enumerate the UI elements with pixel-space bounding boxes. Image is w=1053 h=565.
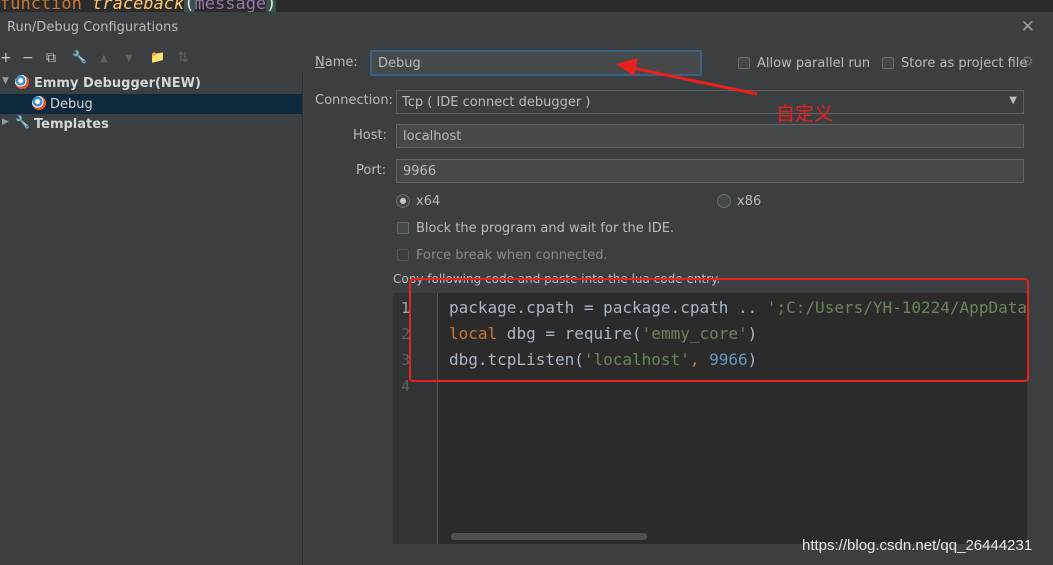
highlight-box — [409, 278, 1029, 382]
horizontal-scrollbar[interactable] — [451, 533, 647, 540]
line-number: 1 — [400, 299, 410, 317]
move-down-icon[interactable]: ▼ — [125, 53, 133, 64]
line-number: 2 — [400, 325, 410, 343]
bg-open-paren: ( — [184, 0, 195, 12]
chevron-down-icon: ▼ — [1009, 95, 1017, 106]
force-break-label: Force break when connected. — [416, 248, 608, 263]
tree-item-label: Debug — [50, 97, 93, 112]
line-number: 4 — [400, 377, 410, 395]
annotation-arrow-icon — [616, 58, 758, 96]
connection-value: Tcp ( IDE connect debugger ) — [402, 95, 591, 110]
collapsed-arrow-icon[interactable]: ▶ — [2, 117, 9, 127]
tree-item-label: Templates — [34, 117, 109, 132]
tree-item-emmy-debugger[interactable]: ▼ Emmy Debugger(NEW) — [0, 73, 302, 93]
tree-item-label: Emmy Debugger(NEW) — [34, 76, 201, 91]
copy-icon[interactable]: ⧉ — [46, 50, 56, 66]
force-break-checkbox[interactable] — [397, 249, 409, 261]
x86-radio[interactable] — [717, 194, 731, 208]
gear-icon[interactable]: ⚙ — [1021, 54, 1034, 70]
add-icon[interactable]: + — [0, 50, 12, 66]
emmy-debugger-icon — [32, 96, 46, 110]
tree-item-templates[interactable]: ▶ 🔧 Templates — [0, 114, 302, 134]
bg-keyword: function — [0, 0, 82, 12]
block-program-checkbox[interactable] — [397, 222, 409, 234]
watermark: https://blog.csdn.net/qq_26444231 — [802, 537, 1033, 554]
remove-icon[interactable]: − — [22, 50, 34, 66]
host-input[interactable] — [396, 124, 1024, 148]
wrench-icon: 🔧 — [15, 115, 30, 129]
bg-close-paren: ) — [266, 0, 277, 12]
wrench-icon[interactable]: 🔧 — [72, 50, 87, 64]
move-up-icon[interactable]: ▲ — [100, 53, 108, 64]
connection-label: Connection: — [315, 93, 393, 108]
bg-arg: message — [194, 0, 267, 12]
store-project-label: Store as project file — [901, 56, 1028, 71]
emmy-debugger-icon — [15, 75, 29, 89]
dialog-title-bar: Run/Debug Configurations ✕ — [0, 12, 1053, 42]
port-label: Port: — [356, 163, 387, 178]
store-project-checkbox[interactable] — [882, 57, 894, 69]
background-code-line: function traceback(message) — [0, 0, 277, 12]
folder-icon[interactable]: 📁 — [150, 50, 165, 64]
sort-icon[interactable]: ⇅ — [177, 50, 189, 66]
x64-label: x64 — [416, 194, 441, 209]
line-number: 3 — [400, 351, 410, 369]
x64-radio[interactable] — [396, 194, 410, 208]
block-program-label: Block the program and wait for the IDE. — [416, 221, 675, 236]
annotation-label: 自定义 — [776, 103, 834, 125]
background-editor-strip: function traceback(message) — [0, 0, 1053, 12]
config-toolbar: + − ⧉ 🔧 ▲ ▼ 📁 ⇅ — [0, 48, 303, 72]
tree-item-debug[interactable]: Debug — [0, 94, 302, 114]
expanded-arrow-icon[interactable]: ▼ — [2, 76, 9, 86]
bg-function-name: traceback — [92, 0, 185, 12]
close-icon[interactable]: ✕ — [1021, 17, 1035, 37]
x86-label: x86 — [737, 194, 762, 209]
dialog-title: Run/Debug Configurations — [7, 20, 179, 35]
name-label: Name: — [315, 55, 358, 70]
allow-parallel-label: Allow parallel run — [757, 56, 871, 71]
port-input[interactable] — [396, 159, 1024, 183]
host-label: Host: — [353, 128, 387, 143]
config-tree: ▼ Emmy Debugger(NEW) Debug ▶ 🔧 Templates — [0, 72, 303, 565]
